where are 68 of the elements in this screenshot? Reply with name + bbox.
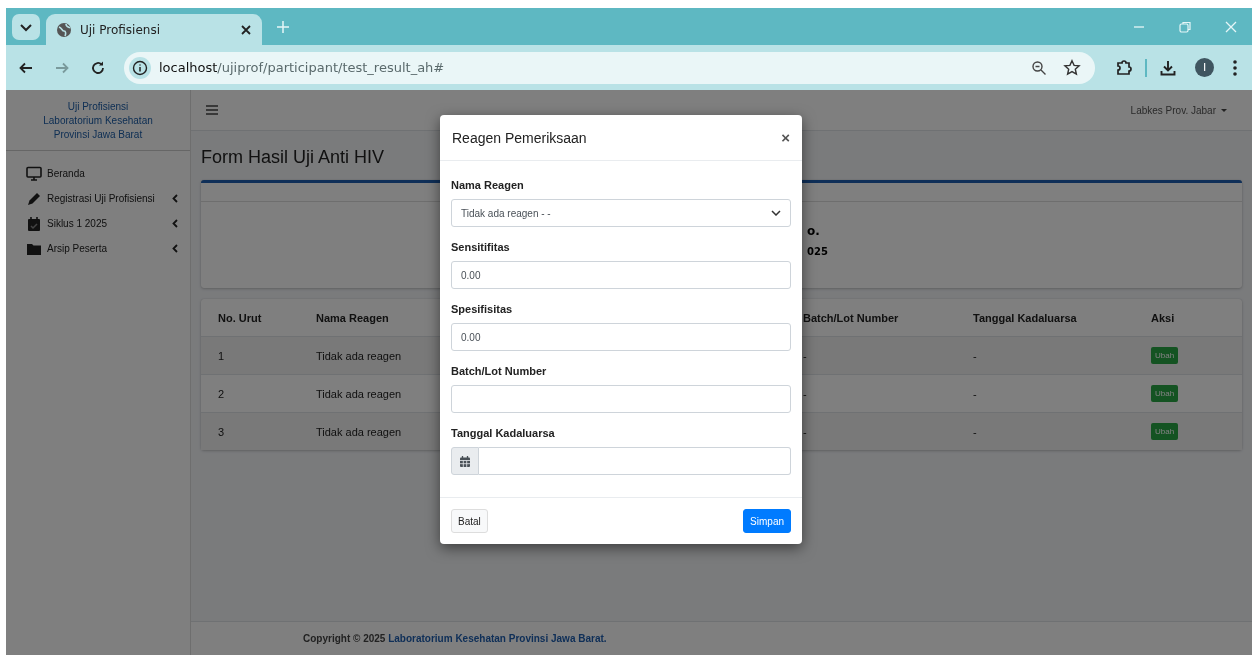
copyright-text: Copyright © 2025 Laboratorium Kesehatan Provinsi Jawa Barat. bbox=[303, 633, 607, 644]
table-cell-text: 1 bbox=[218, 349, 226, 362]
edit-button[interactable]: Ubah bbox=[1151, 385, 1179, 402]
browser-tab[interactable]: Uji Profisiensi bbox=[46, 14, 262, 45]
column-header: No. Urut bbox=[218, 311, 263, 324]
reload-icon[interactable] bbox=[90, 59, 106, 76]
zoom-icon[interactable] bbox=[1031, 59, 1047, 76]
monitor-icon bbox=[26, 165, 42, 182]
brand-text[interactable]: Laboratorium Kesehatan bbox=[6, 114, 190, 128]
star-icon[interactable] bbox=[1063, 58, 1081, 77]
sidebar-item[interactable]: Arsip Peserta bbox=[6, 236, 190, 261]
sidebar-item[interactable]: Siklus 1 2025 bbox=[6, 211, 190, 236]
field-label: Spesifisitas bbox=[451, 303, 514, 315]
calendar-check-icon bbox=[26, 215, 42, 232]
close-button[interactable]: × bbox=[781, 129, 790, 146]
field-label: Nama Reagen bbox=[451, 179, 525, 191]
column-header: Batch/Lot Number bbox=[803, 311, 900, 324]
edit-button[interactable]: Ubah bbox=[1151, 347, 1179, 364]
tab-search-icon[interactable] bbox=[12, 13, 40, 40]
close-icon[interactable] bbox=[240, 23, 252, 36]
globe-icon bbox=[56, 21, 72, 38]
select-field[interactable]: Tidak ada reagen - - bbox=[451, 199, 791, 227]
info-icon[interactable] bbox=[129, 56, 151, 79]
save-button[interactable]: Simpan bbox=[743, 509, 791, 533]
table-cell-text: 3 bbox=[218, 425, 226, 438]
menu-icon[interactable] bbox=[1232, 58, 1238, 77]
input-field[interactable]: 0.00 bbox=[451, 323, 791, 351]
table-cell-text: - bbox=[803, 425, 808, 438]
modal-title: Reagen Pemeriksaan bbox=[452, 129, 587, 146]
info-text: o. bbox=[807, 224, 821, 238]
brand-text[interactable]: Provinsi Jawa Barat bbox=[6, 128, 190, 142]
profile-avatar[interactable]: I bbox=[1195, 58, 1214, 77]
pen-icon bbox=[26, 190, 42, 207]
field-label: Batch/Lot Number bbox=[451, 365, 548, 377]
table-cell-text: - bbox=[803, 349, 808, 362]
address-bar[interactable]: localhost/ujiprof/participant/test_result_ah# bbox=[124, 51, 1095, 84]
date-field[interactable] bbox=[479, 447, 791, 475]
input-field[interactable]: 0.00 bbox=[451, 261, 791, 289]
column-header: Tanggal Kadaluarsa bbox=[973, 311, 1078, 324]
table-cell-text: 2 bbox=[218, 387, 226, 400]
download-icon[interactable] bbox=[1159, 58, 1177, 77]
calendar-icon bbox=[460, 455, 470, 467]
table-cell-text: - bbox=[973, 387, 978, 400]
field-label: Sensitifitas bbox=[451, 241, 511, 253]
table-cell-text: - bbox=[973, 349, 978, 362]
edit-button[interactable]: Ubah bbox=[1151, 423, 1179, 440]
column-header: Aksi bbox=[1151, 311, 1176, 324]
table-cell-text: Tidak ada reagen bbox=[316, 349, 403, 362]
url-text: localhost/ujiprof/participant/test_result_ah# bbox=[159, 60, 446, 75]
table-cell-text: - bbox=[973, 425, 978, 438]
table-cell-text: Tidak ada reagen bbox=[316, 387, 403, 400]
chevron-down-icon bbox=[771, 210, 781, 216]
input-field[interactable] bbox=[451, 385, 791, 413]
sidebar-item[interactable]: Registrasi Uji Profisiensi bbox=[6, 186, 190, 211]
user-menu[interactable]: Labkes Prov. Jabar bbox=[1130, 104, 1228, 116]
extension-icon[interactable] bbox=[1115, 58, 1133, 77]
tab-title: Uji Profisiensi bbox=[80, 22, 162, 37]
column-header: Nama Reagen bbox=[316, 311, 390, 324]
sidebar-item[interactable]: Beranda bbox=[6, 161, 190, 186]
footer-link[interactable]: Laboratorium Kesehatan Provinsi Jawa Barat. bbox=[388, 633, 607, 644]
caret-icon bbox=[1220, 107, 1228, 113]
table-cell-text: - bbox=[803, 387, 808, 400]
cancel-button[interactable]: Batal bbox=[451, 509, 488, 533]
calendar-addon[interactable] bbox=[451, 447, 479, 475]
field-label: Tanggal Kadaluarsa bbox=[451, 427, 556, 439]
page-title: Form Hasil Uji Anti HIV bbox=[201, 147, 386, 168]
brand-text[interactable]: Uji Profisiensi bbox=[6, 100, 190, 114]
info-text: 025 bbox=[807, 246, 829, 257]
